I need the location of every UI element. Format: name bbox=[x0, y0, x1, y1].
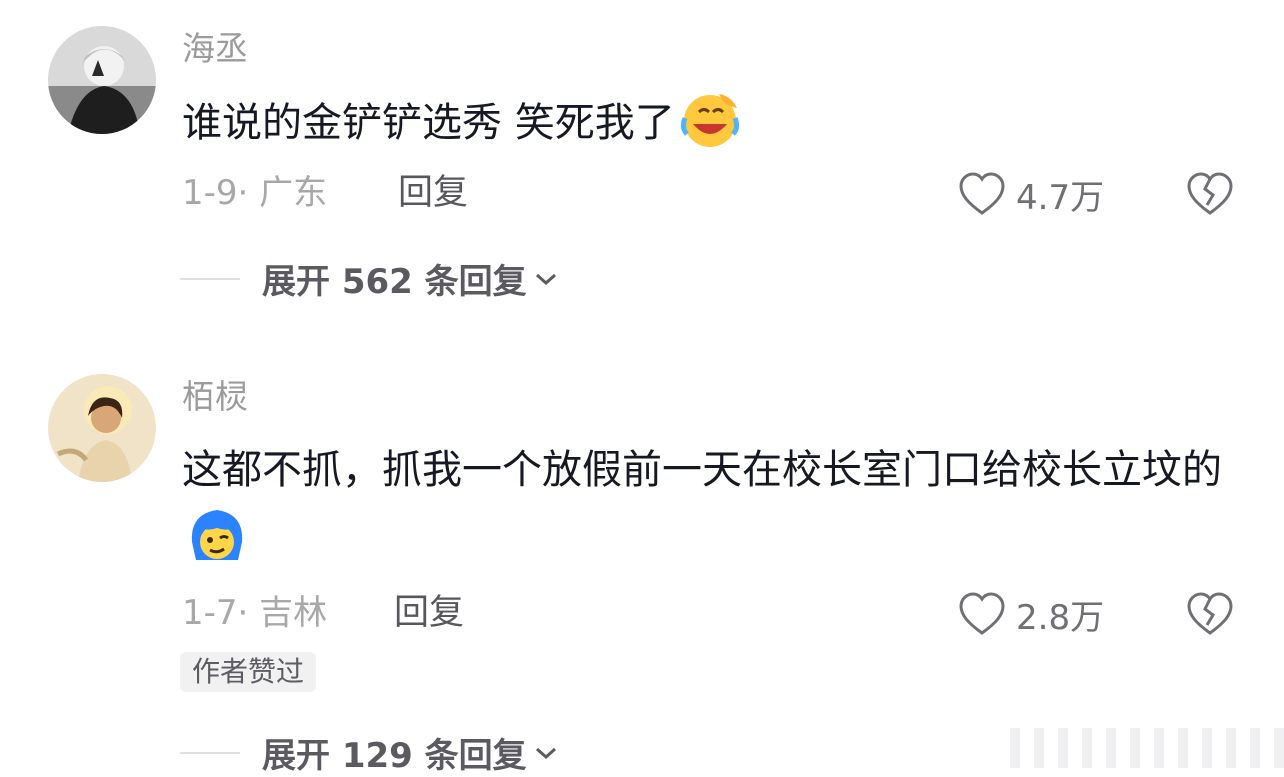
reply-button[interactable]: 回复 bbox=[398, 176, 468, 211]
username[interactable]: 海丞 bbox=[182, 32, 248, 65]
expand-replies-button[interactable]: 展开 129 条回复 bbox=[180, 728, 559, 777]
like-count: 4.7万 bbox=[1016, 177, 1105, 218]
broken-heart-icon[interactable] bbox=[1186, 171, 1234, 217]
blue-hair-face-emoji bbox=[186, 504, 248, 566]
expand-replies-button[interactable]: 展开 562 条回复 bbox=[180, 254, 559, 303]
avatar[interactable] bbox=[48, 26, 156, 134]
expand-replies-label: 展开 562 条回复 bbox=[262, 262, 527, 302]
reply-button[interactable]: 回复 bbox=[394, 596, 464, 631]
expand-replies-label: 展开 129 条回复 bbox=[262, 736, 527, 776]
like-button[interactable]: 2.8万 bbox=[958, 590, 1104, 638]
heart-icon bbox=[958, 591, 1006, 637]
divider bbox=[180, 751, 240, 754]
watermark bbox=[1010, 728, 1284, 768]
like-button[interactable]: 4.7万 bbox=[958, 170, 1104, 218]
comment-text: 这都不抓，抓我一个放假前一天在校长室门口给校长立坟的 bbox=[182, 436, 1242, 573]
divider bbox=[180, 277, 240, 280]
comment-text: 谁说的金铲铲选秀 笑死我了 bbox=[182, 88, 1242, 157]
comment-text-body: 谁说的金铲铲选秀 笑死我了 bbox=[182, 100, 675, 146]
comment-item: 栢棂 这都不抓，抓我一个放假前一天在校长室门口给校长立坟的 1-7· 吉林 回复… bbox=[0, 350, 1284, 776]
comment-meta: 1-9· 广东 bbox=[182, 173, 328, 213]
like-count: 2.8万 bbox=[1016, 597, 1105, 638]
username[interactable]: 栢棂 bbox=[182, 380, 248, 413]
heart-icon bbox=[958, 171, 1006, 217]
broken-heart-icon[interactable] bbox=[1186, 591, 1234, 637]
chevron-down-icon bbox=[527, 743, 559, 763]
comment-text-body: 这都不抓，抓我一个放假前一天在校长室门口给校长立坟的 bbox=[182, 447, 1222, 493]
author-liked-badge: 作者赞过 bbox=[180, 652, 317, 692]
comment-item: 海丞 谁说的金铲铲选秀 笑死我了 1-9· 广东 回复 4.7万 展开 562 … bbox=[0, 0, 1284, 320]
laughing-crying-emoji bbox=[679, 88, 741, 150]
avatar[interactable] bbox=[48, 374, 156, 482]
chevron-down-icon bbox=[527, 269, 559, 289]
comment-meta: 1-7· 吉林 bbox=[182, 593, 328, 633]
